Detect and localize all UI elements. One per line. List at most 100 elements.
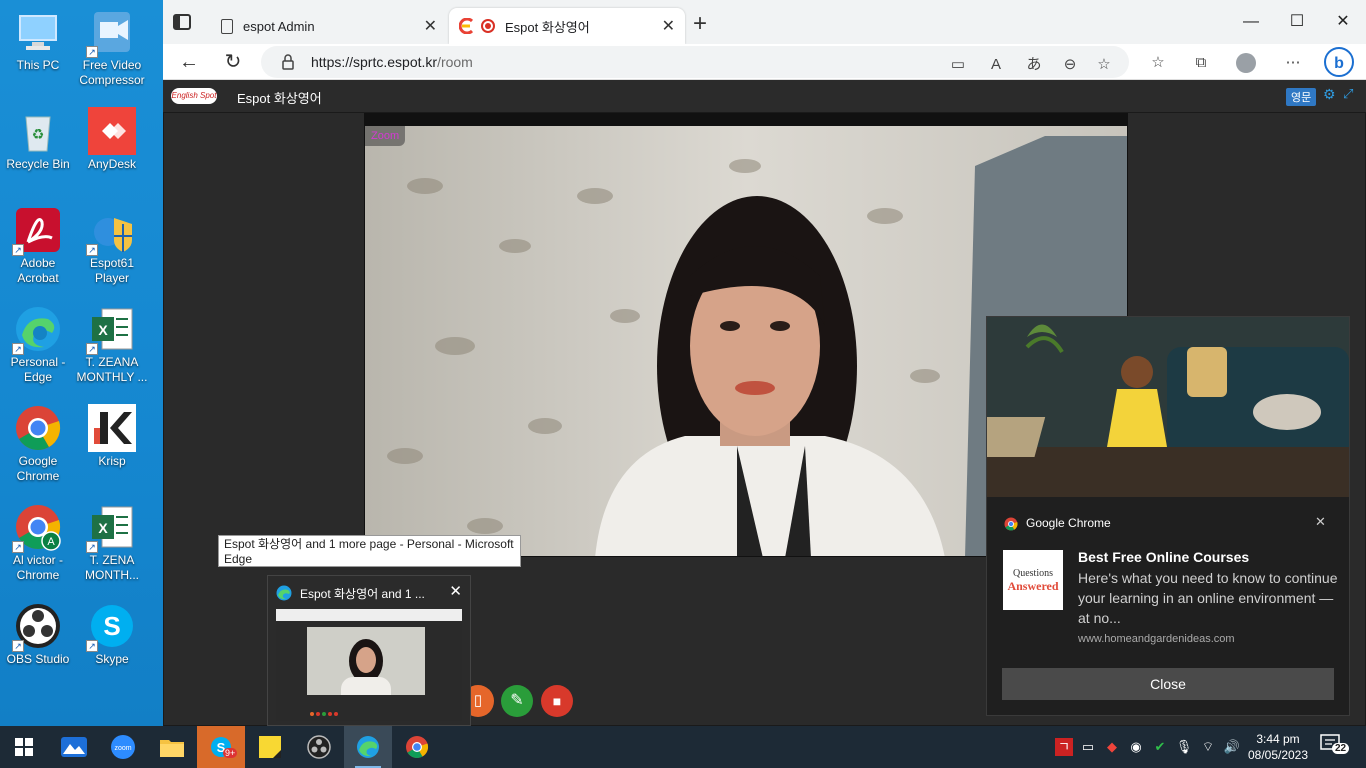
notification-source: www.homeandgardenideas.com: [1078, 633, 1235, 645]
desktop-icon-free-video-compressor[interactable]: ↗ Free Video Compressor: [74, 0, 150, 88]
tray-wifi-icon[interactable]: ⌔: [1199, 738, 1217, 756]
desktop-icon-obs-studio[interactable]: ↗ OBS Studio: [0, 594, 76, 667]
tray-network-icon[interactable]: ▭: [1079, 738, 1097, 756]
shortcut-arrow-icon: ↗: [86, 541, 98, 553]
monitor-icon: [14, 8, 62, 56]
close-icon[interactable]: ✕: [449, 582, 462, 600]
tray-anydesk-icon[interactable]: ◆: [1103, 738, 1121, 756]
pen-button[interactable]: ✎: [501, 685, 533, 717]
video-label: Zoom: [365, 126, 406, 146]
svg-text:♻: ♻: [32, 127, 45, 143]
tray-volume-icon[interactable]: 🔊: [1223, 738, 1241, 756]
logo-line-2: Answered: [1007, 579, 1059, 593]
desktop-icon-personal-edge[interactable]: ↗ Personal - Edge: [0, 297, 76, 385]
taskbar-app-file-explorer[interactable]: [148, 726, 196, 768]
clock-date: 08/05/2023: [1247, 748, 1309, 762]
desktop-icon-label: Recycle Bin: [6, 157, 70, 171]
tray-security-icon[interactable]: ✔: [1151, 738, 1169, 756]
tab-strip: espot Admin ✕ Espot 화상영어 ✕ + — ☐ ✕: [163, 0, 1366, 44]
tray-obs-icon[interactable]: ◉: [1127, 738, 1145, 756]
new-tab-button[interactable]: +: [693, 10, 707, 38]
excel-icon: X ↗: [86, 503, 136, 553]
desktop-icon-espot61-player[interactable]: ↗ Espot61 Player: [74, 198, 150, 286]
taskbar-app-zoom[interactable]: zoom: [99, 726, 147, 768]
desktop-icon-label: Krisp: [98, 454, 126, 468]
tray-app-icon[interactable]: ㄱ: [1055, 738, 1073, 756]
desktop-icon-label: Free Video Compressor: [79, 58, 145, 87]
taskbar-thumbnail-preview[interactable]: Espot 화상영어 and 1 ... ✕: [267, 575, 471, 726]
desktop-icon-krisp[interactable]: Krisp: [74, 396, 150, 469]
profile-avatar[interactable]: [1235, 52, 1257, 74]
zoom-out-icon[interactable]: ⊖: [1059, 54, 1081, 76]
refresh-button[interactable]: ↻: [219, 48, 247, 76]
address-bar[interactable]: https://sprtc.espot.kr/room ▭ A あ ⊖ ☆: [261, 46, 1129, 78]
tab-espot-admin[interactable]: espot Admin ✕: [211, 8, 447, 44]
desktop-icon-skype[interactable]: S ↗ Skype: [74, 594, 150, 667]
obs-icon: [307, 735, 331, 759]
settings-icon[interactable]: ⚙: [1323, 86, 1336, 103]
collections-icon[interactable]: ⧉: [1190, 52, 1212, 74]
desktop-icon-adobe-acrobat[interactable]: ↗ Adobe Acrobat: [0, 198, 76, 286]
chrome-icon: [406, 736, 429, 758]
more-menu-icon[interactable]: ⋯: [1282, 52, 1304, 74]
desktop-icon-label: Personal - Edge: [10, 355, 66, 384]
shortcut-arrow-icon: ↗: [12, 343, 24, 355]
taskbar-app-chrome[interactable]: [393, 726, 441, 768]
translate-icon[interactable]: あ: [1023, 54, 1045, 76]
film-icon: ↗: [86, 8, 136, 58]
edge-icon: [276, 585, 292, 601]
camera-permission-icon[interactable]: ▭: [947, 54, 969, 76]
chrome-profile-icon: A ↗: [12, 503, 62, 553]
clock[interactable]: 3:44 pm 08/05/2023: [1246, 731, 1310, 763]
anydesk-icon: [88, 107, 136, 155]
camera-button[interactable]: ■: [541, 685, 573, 717]
taskbar-app-mountain[interactable]: [50, 726, 98, 768]
desktop-icon-this-pc[interactable]: This PC: [0, 0, 76, 73]
close-window-button[interactable]: ✕: [1320, 8, 1366, 36]
notification-hero-image: [987, 317, 1349, 497]
start-button[interactable]: [0, 726, 48, 768]
taskbar-app-skype[interactable]: S 9+: [197, 726, 245, 768]
language-button[interactable]: 영문: [1286, 88, 1317, 106]
read-aloud-icon[interactable]: A: [985, 54, 1007, 76]
bing-chat-icon[interactable]: b: [1323, 46, 1355, 78]
skype-icon: S ↗: [86, 602, 136, 652]
fullscreen-icon[interactable]: ⤢: [1343, 86, 1353, 102]
maximize-button[interactable]: ☐: [1274, 8, 1320, 36]
close-icon[interactable]: ✕: [662, 16, 675, 36]
desktop-icon-google-chrome[interactable]: Google Chrome: [0, 396, 76, 484]
taskbar-app-obs[interactable]: [295, 726, 343, 768]
taskbar-app-edge[interactable]: [344, 726, 392, 768]
desktop-icon-excel-zena[interactable]: X ↗ T. ZENA MONTH...: [74, 495, 150, 583]
desktop-icon-anydesk[interactable]: AnyDesk: [74, 99, 150, 172]
desktop-icon-excel-zeana[interactable]: X ↗ T. ZEANA MONTHLY ...: [74, 297, 150, 385]
tab-actions-icon[interactable]: [173, 14, 191, 30]
desktop-icon-recycle-bin[interactable]: ♻ Recycle Bin: [0, 99, 76, 172]
clock-time: 3:44 pm: [1256, 732, 1300, 746]
svg-text:A: A: [47, 536, 55, 548]
tab-title: espot Admin: [243, 18, 315, 34]
notification-center-button[interactable]: 22: [1320, 734, 1350, 760]
favorites-icon[interactable]: ☆: [1147, 52, 1169, 74]
svg-text:zoom: zoom: [114, 745, 131, 752]
url-text: https://sprtc.espot.kr/room: [311, 54, 473, 70]
close-icon[interactable]: ✕: [1315, 514, 1326, 530]
taskbar-app-sticky-notes[interactable]: [246, 726, 294, 768]
minimize-button[interactable]: —: [1228, 8, 1274, 36]
taskbar-tooltip: Espot 화상영어 and 1 more page - Personal - …: [218, 535, 521, 567]
mountain-app-icon: [61, 737, 87, 757]
svg-text:X: X: [98, 520, 108, 536]
close-icon[interactable]: ✕: [424, 16, 437, 36]
add-favorite-icon[interactable]: ☆: [1093, 54, 1115, 76]
desktop-icon-label: Google Chrome: [16, 454, 60, 483]
back-button[interactable]: ←: [175, 48, 203, 76]
shortcut-arrow-icon: ↗: [86, 46, 98, 58]
chrome-notification[interactable]: Google Chrome ✕ Questions Answered Best …: [986, 316, 1350, 716]
desktop-icon-label: This PC: [16, 58, 60, 72]
tray-microphone-icon[interactable]: 🎙: [1175, 738, 1193, 756]
thumbnail-title: Espot 화상영어 and 1 ...: [300, 587, 425, 601]
notification-close-button[interactable]: Close: [1002, 668, 1334, 700]
desktop-icon-label: AnyDesk: [87, 157, 137, 171]
tab-espot-room[interactable]: Espot 화상영어 ✕: [449, 8, 685, 44]
desktop-icon-al-victor-chrome[interactable]: A ↗ Al victor - Chrome: [0, 495, 76, 583]
